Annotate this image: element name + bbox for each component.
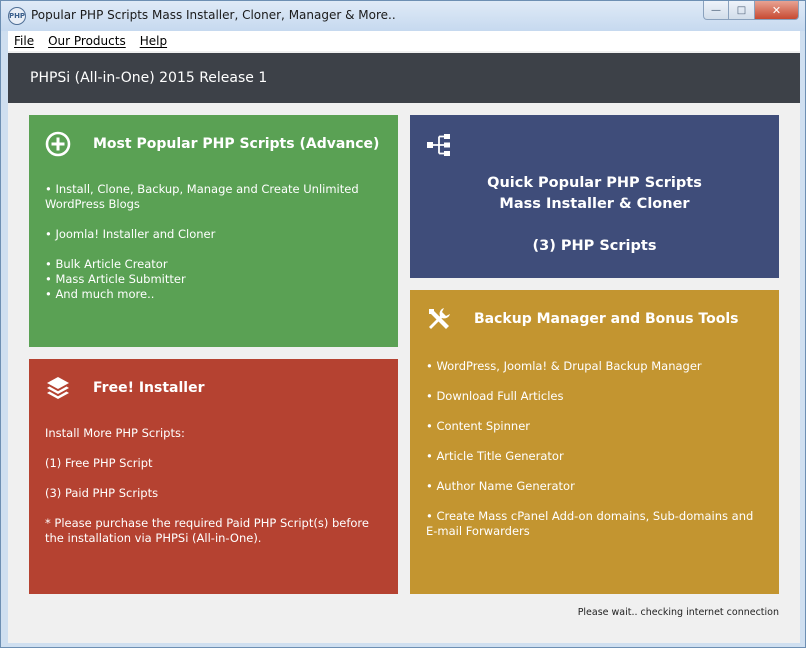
page-title: PHPSi (All-in-One) 2015 Release 1 <box>30 70 268 86</box>
maximize-button[interactable]: □ <box>729 1 755 20</box>
window-title: Popular PHP Scripts Mass Installer, Clon… <box>31 8 396 22</box>
tile-line: Quick Popular PHP Scripts <box>487 175 702 191</box>
sitemap-icon <box>426 133 452 161</box>
title-bar[interactable]: PHP Popular PHP Scripts Mass Installer, … <box>1 1 805 31</box>
info-line: Install More PHP Scripts: <box>45 426 185 440</box>
menu-bar: File Our Products Help <box>8 31 800 51</box>
info-line: * Please purchase the required Paid PHP … <box>45 516 369 545</box>
feature-line: • Bulk Article Creator <box>45 257 168 271</box>
tile-title: Free! Installer <box>93 380 205 396</box>
tile-most-popular-scripts[interactable]: Most Popular PHP Scripts (Advance) • Ins… <box>29 115 398 347</box>
tool-line: • Article Title Generator <box>426 449 564 463</box>
info-line: (3) Paid PHP Scripts <box>45 486 159 500</box>
tile-body: • Install, Clone, Backup, Manage and Cre… <box>45 182 386 302</box>
tile-line: Mass Installer & Cloner <box>499 196 690 212</box>
info-line: (1) Free PHP Script <box>45 456 153 470</box>
header-bar: PHPSi (All-in-One) 2015 Release 1 <box>8 53 800 103</box>
tool-line: • Content Spinner <box>426 419 531 433</box>
app-window: PHP Popular PHP Scripts Mass Installer, … <box>0 0 806 648</box>
tool-line: • Create Mass cPanel Add-on domains, Sub… <box>426 509 754 538</box>
tool-line: • Download Full Articles <box>426 389 564 403</box>
tile-header: Most Popular PHP Scripts (Advance) <box>45 131 379 157</box>
tool-line: • Author Name Generator <box>426 479 575 493</box>
tile-backup-manager[interactable]: Backup Manager and Bonus Tools • WordPre… <box>410 290 779 594</box>
plus-circle-icon <box>45 131 71 157</box>
tool-line: • WordPress, Joomla! & Drupal Backup Man… <box>426 359 702 373</box>
tile-header: Free! Installer <box>45 375 204 401</box>
tile-body: Install More PHP Scripts: (1) Free PHP S… <box>45 426 386 546</box>
feature-line: • Mass Article Submitter <box>45 272 186 286</box>
feature-line: • Joomla! Installer and Cloner <box>45 227 216 241</box>
feature-line: • And much more.. <box>45 287 155 301</box>
menu-our-products[interactable]: Our Products <box>48 34 126 48</box>
tile-line: (3) PHP Scripts <box>532 238 657 254</box>
main-content: PHPSi (All-in-One) 2015 Release 1 Most P… <box>8 51 800 643</box>
app-icon: PHP <box>8 7 26 25</box>
close-button[interactable]: ✕ <box>755 1 799 20</box>
tile-title: Backup Manager and Bonus Tools <box>474 311 739 327</box>
tile-body: • WordPress, Joomla! & Drupal Backup Man… <box>426 359 767 539</box>
layers-icon <box>45 375 71 401</box>
menu-file[interactable]: File <box>14 34 34 48</box>
tile-title: Most Popular PHP Scripts (Advance) <box>93 136 380 152</box>
status-text: Please wait.. checking internet connecti… <box>577 607 779 618</box>
tile-quick-installer[interactable]: Quick Popular PHP Scripts Mass Installer… <box>410 115 779 278</box>
tile-header: Backup Manager and Bonus Tools <box>426 306 738 332</box>
tools-icon <box>426 306 452 332</box>
menu-help[interactable]: Help <box>140 34 167 48</box>
minimize-button[interactable]: — <box>703 1 729 20</box>
tile-free-installer[interactable]: Free! Installer Install More PHP Scripts… <box>29 359 398 594</box>
tile-text: Quick Popular PHP Scripts Mass Installer… <box>410 173 779 257</box>
feature-line: • Install, Clone, Backup, Manage and Cre… <box>45 182 359 211</box>
window-controls: — □ ✕ <box>703 1 799 21</box>
